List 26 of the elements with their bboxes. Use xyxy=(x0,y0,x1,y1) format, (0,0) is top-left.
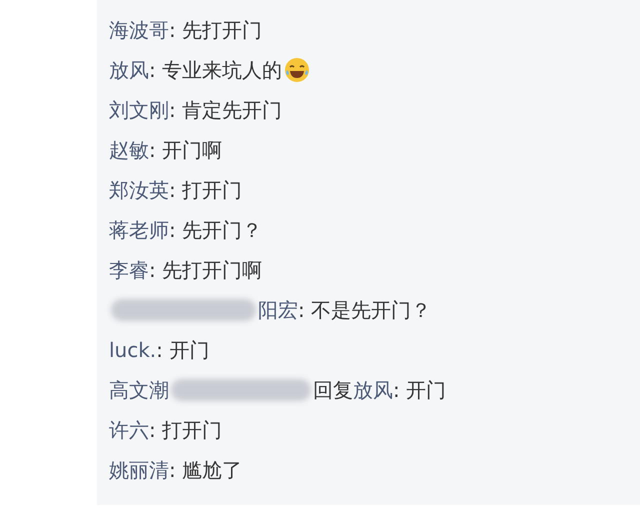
comment-text: : 打开门 xyxy=(149,420,222,440)
comment-text: : 专业来坑人的 xyxy=(149,60,282,80)
comment-text: : 先打开门 xyxy=(169,20,262,40)
comment-text: : 先开门？ xyxy=(169,220,262,240)
commenter-name[interactable]: 放风 xyxy=(109,60,149,80)
reply-label: 回复 xyxy=(313,380,353,400)
comment-text: : 打开门 xyxy=(169,180,242,200)
comment-text: : 尴尬了 xyxy=(169,460,242,480)
reply-target-name[interactable]: 放风 xyxy=(353,380,393,400)
commenter-name[interactable]: 姚丽清 xyxy=(109,460,169,480)
comment-text: : 开门 xyxy=(393,380,446,400)
commenter-name[interactable]: 刘文刚 xyxy=(109,100,169,120)
commenter-name[interactable]: 海波哥 xyxy=(109,20,169,40)
commenter-name[interactable]: luck. xyxy=(109,340,156,360)
comment-text: : 肯定先开门 xyxy=(169,100,282,120)
comment-text: : 开门 xyxy=(156,340,210,360)
commenter-name[interactable]: 蒋老师 xyxy=(109,220,169,240)
commenter-name[interactable]: 赵敏 xyxy=(109,140,149,160)
commenter-name[interactable]: 许六 xyxy=(109,420,149,440)
commenter-name[interactable]: 郑汝英 xyxy=(109,180,169,200)
commenter-name[interactable]: 阳宏 xyxy=(258,300,298,320)
commenter-name[interactable]: 高文潮 xyxy=(109,380,169,400)
comment-text: : 先打开门啊 xyxy=(149,260,262,280)
commenter-name[interactable]: 李睿 xyxy=(109,260,149,280)
comment-text: : 开门啊 xyxy=(149,140,222,160)
comment-text: : 不是先开门？ xyxy=(298,300,432,320)
